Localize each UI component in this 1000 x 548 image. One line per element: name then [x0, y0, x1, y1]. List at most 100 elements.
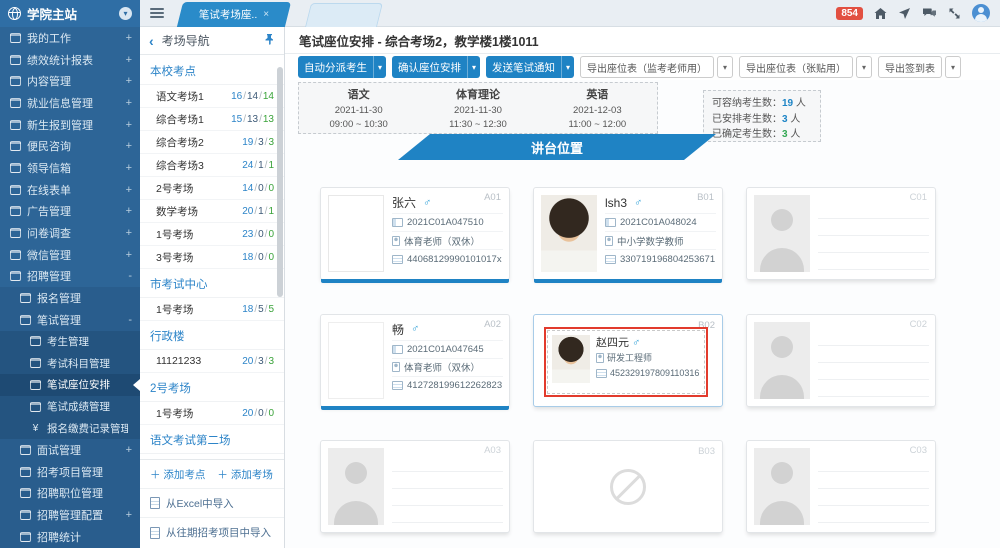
- sidebar-item[interactable]: 招聘管理 -: [0, 266, 140, 288]
- sidebar-item[interactable]: 广告管理 +: [0, 201, 140, 223]
- sidebar-item[interactable]: 内容管理 +: [0, 70, 140, 92]
- close-icon[interactable]: ×: [263, 9, 269, 20]
- sidebar-item[interactable]: 就业信息管理 +: [0, 92, 140, 114]
- empty-seat-card[interactable]: C02: [746, 314, 936, 407]
- room-item[interactable]: 1号考场 23/0/0: [140, 223, 284, 246]
- male-icon: ♂: [632, 337, 640, 349]
- chat-icon[interactable]: [922, 7, 937, 20]
- sidebar-item[interactable]: 在线表单 +: [0, 179, 140, 201]
- sidebar-item[interactable]: 新生报到管理 +: [0, 114, 140, 136]
- tab-exam-seating[interactable]: 笔试考场座.. ×: [177, 2, 291, 27]
- user-avatar[interactable]: [972, 4, 990, 22]
- action-button[interactable]: 确认座位安排 ▾: [392, 56, 480, 78]
- empty-seat-card[interactable]: C03: [746, 440, 936, 533]
- expand-icon[interactable]: [948, 7, 961, 20]
- sidebar-item[interactable]: 微信管理 +: [0, 244, 140, 266]
- sidebar-item[interactable]: 笔试管理 -: [0, 309, 140, 331]
- home-icon[interactable]: [874, 7, 887, 20]
- chevron-down-icon[interactable]: ▾: [119, 7, 132, 20]
- chevron-down-icon[interactable]: ▾: [856, 56, 872, 78]
- empty-avatar: [754, 448, 810, 525]
- sidebar-item[interactable]: 招聘管理配置 +: [0, 504, 140, 526]
- notification-badge[interactable]: 854: [836, 7, 863, 20]
- empty-avatar: [754, 195, 810, 272]
- sidebar-item[interactable]: 招聘统计: [0, 526, 140, 548]
- room-group-header: 行政楼: [140, 321, 284, 350]
- sidebar-item[interactable]: 绩效统计报表 +: [0, 49, 140, 71]
- seat-filled-bar: [321, 406, 509, 410]
- room-counts: 15/13/13: [231, 114, 274, 125]
- export-button[interactable]: 导出座位表（张贴用） ▾: [739, 56, 872, 78]
- drag-preview[interactable]: 赵四元♂ 研发工程师 452329197809110316: [544, 327, 708, 397]
- disabled-seat-card: B03: [533, 440, 723, 533]
- sidebar-item[interactable]: 报名管理: [0, 287, 140, 309]
- room-item[interactable]: 综合考场1 15/13/13: [140, 108, 284, 131]
- chevron-down-icon[interactable]: ▾: [717, 56, 733, 78]
- room-nav-title: 考场导航: [162, 32, 210, 49]
- import-previous-button[interactable]: 从往期招考项目中导入: [166, 525, 271, 540]
- room-item[interactable]: 11121233 20/3/3: [140, 350, 284, 373]
- chevron-down-icon[interactable]: ▾: [373, 56, 386, 78]
- export-button[interactable]: 导出签到表 ▾: [878, 56, 961, 78]
- sidebar-item[interactable]: 招考项目管理: [0, 461, 140, 483]
- send-icon[interactable]: [898, 7, 911, 20]
- back-icon[interactable]: ‹: [149, 34, 154, 48]
- sidebar-item[interactable]: 考试科目管理: [0, 352, 140, 374]
- exam-card-icon: [392, 218, 403, 227]
- candidate-name: lsh3: [605, 196, 627, 210]
- room-item[interactable]: 3号考场 18/0/0: [140, 246, 284, 269]
- action-button[interactable]: 发送笔试通知 ▾: [486, 56, 574, 78]
- import-excel-button[interactable]: 从Excel中导入: [166, 496, 234, 511]
- sidebar-item[interactable]: 我的工作 +: [0, 27, 140, 49]
- sidebar-item[interactable]: 面试管理 +: [0, 439, 140, 461]
- add-site-button[interactable]: ＋ 添加考点: [150, 467, 205, 482]
- job-icon: [605, 236, 613, 246]
- scrollbar[interactable]: [277, 67, 283, 297]
- sidebar-item[interactable]: 问卷调查 +: [0, 222, 140, 244]
- job-title: 研发工程师: [607, 351, 652, 366]
- mail-icon: [10, 141, 21, 151]
- room-item[interactable]: 综合考场2 19/3/3: [140, 131, 284, 154]
- seat-card[interactable]: A01 张六♂ 2021C01A047510 体育老师（双休） 44068129…: [320, 187, 510, 280]
- chevron-down-icon[interactable]: ▾: [561, 56, 574, 78]
- sidebar-item[interactable]: 考生管理: [0, 331, 140, 353]
- subject-column: 体育理论 2021-11-30 11:30 ~ 12:30: [418, 83, 537, 133]
- room-counts: 20/3/3: [242, 356, 274, 367]
- sidebar-item[interactable]: 便民咨询 +: [0, 135, 140, 157]
- excel-icon: [150, 497, 160, 509]
- room-group-header: 2号考场: [140, 373, 284, 402]
- sidebar-item[interactable]: 报名缴费记录管理: [0, 417, 140, 439]
- room-item[interactable]: 1号考场 20/0/0: [140, 402, 284, 425]
- recruit-icon: [10, 271, 21, 281]
- sidebar-item[interactable]: 领导信箱 +: [0, 157, 140, 179]
- empty-seat-card[interactable]: A03: [320, 440, 510, 533]
- chevron-down-icon[interactable]: ▾: [467, 56, 480, 78]
- menu-collapse-icon[interactable]: [150, 8, 164, 19]
- action-button[interactable]: 自动分派考生 ▾: [298, 56, 386, 78]
- room-counts: 20/1/1: [242, 206, 274, 217]
- add-room-button[interactable]: ＋ 添加考场: [217, 467, 272, 482]
- room-item[interactable]: 数学考场 20/1/1: [140, 200, 284, 223]
- seat-filled-bar: [321, 279, 509, 283]
- room-item[interactable]: 综合考场3 24/1/1: [140, 154, 284, 177]
- chevron-down-icon[interactable]: ▾: [945, 56, 961, 78]
- seat-card[interactable]: B01 lsh3♂ 2021C01A048024 中小学数学教师 3307191…: [533, 187, 723, 280]
- candidate-name: 赵四元: [596, 337, 629, 349]
- brand-header[interactable]: 学院主站 ▾: [0, 0, 140, 27]
- empty-seat-card[interactable]: C01: [746, 187, 936, 280]
- pin-icon[interactable]: [263, 33, 275, 48]
- export-button[interactable]: 导出座位表（监考老师用） ▾: [580, 56, 733, 78]
- chart-icon: [10, 55, 21, 65]
- seat-code: A03: [484, 445, 501, 456]
- sidebar-item[interactable]: 招聘职位管理: [0, 482, 140, 504]
- drop-target-seat-card[interactable]: B02 赵四元♂ 研发工程师 452329197809110316: [533, 314, 723, 407]
- file-icon: [30, 402, 41, 412]
- room-item[interactable]: 2号考场 14/0/0: [140, 177, 284, 200]
- sidebar-item[interactable]: 笔试座位安排: [0, 374, 140, 396]
- room-item[interactable]: 1号考场 18/5/5: [140, 298, 284, 321]
- left-sidebar: 学院主站 ▾ 我的工作 + 绩效统计报表 + 内容管理 + 就业信息管理 + 新…: [0, 0, 140, 548]
- sidebar-item[interactable]: 笔试成绩管理: [0, 396, 140, 418]
- job-title: 体育老师（双休）: [404, 360, 480, 374]
- room-item[interactable]: 语文考场1 16/14/14: [140, 85, 284, 108]
- seat-card[interactable]: A02 畅♂ 2021C01A047645 体育老师（双休） 412728199…: [320, 314, 510, 407]
